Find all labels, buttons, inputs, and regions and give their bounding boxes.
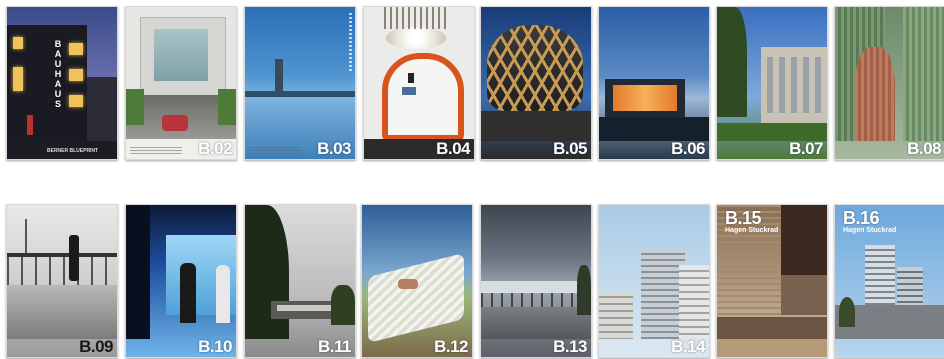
cover-b15[interactable]: B.15 Hagen Stuckrad [716, 204, 828, 358]
issue-number: B.09 [79, 337, 113, 356]
cover-b10[interactable]: B.10 [125, 204, 237, 358]
cover-photo: BAUHAUS [7, 7, 117, 141]
cover-photo [126, 7, 236, 159]
issue-number: B.16 [843, 208, 880, 228]
cover-photo [126, 205, 236, 357]
cover-photo [245, 205, 355, 357]
cover-b06[interactable]: B.06 [598, 6, 710, 160]
issue-number: B.03 [317, 139, 351, 158]
cover-subtitle: Hagen Stuckrad [725, 227, 779, 234]
issue-number: B.02 [198, 139, 232, 158]
cover-b11[interactable]: B.11 [244, 204, 356, 358]
issue-number: B.07 [789, 139, 823, 158]
issue-number: B.13 [553, 337, 587, 356]
cover-photo [835, 7, 944, 159]
cover-subtitle: Hagen Stuckrad [843, 227, 897, 234]
cover-photo [362, 205, 472, 357]
cover-photo [7, 205, 117, 357]
cover-photo [481, 7, 591, 159]
cover-tagline: BERNER BLUEPRINT [47, 148, 99, 154]
issue-number: B.06 [671, 139, 705, 158]
cover-b03[interactable]: B.03 [244, 6, 356, 160]
cover-photo [599, 205, 709, 357]
issue-number: B.04 [436, 139, 470, 158]
cover-b04[interactable]: B.04 [363, 6, 475, 160]
issue-number: B.12 [434, 337, 468, 356]
issue-number: B.14 [671, 337, 705, 356]
issue-number: B.05 [553, 139, 587, 158]
cover-b16[interactable]: B.16 Hagen Stuckrad [834, 204, 944, 358]
cover-photo [364, 7, 474, 159]
issue-number: B.15 [725, 208, 762, 228]
cover-photo [245, 7, 355, 159]
magazine-cover-grid: BAUHAUS BERNER BLUEPRINT B.02 B.03 B.04 … [0, 0, 944, 359]
cover-b13[interactable]: B.13 [480, 204, 592, 358]
issue-number: B.10 [198, 337, 232, 356]
cover-bauhaus[interactable]: BAUHAUS BERNER BLUEPRINT [6, 6, 118, 160]
cover-b09[interactable]: B.09 [6, 204, 118, 358]
cover-b14[interactable]: B.14 [598, 204, 710, 358]
cover-photo [481, 205, 591, 357]
issue-number: B.08 [907, 139, 941, 158]
cover-b08[interactable]: B.08 [834, 6, 944, 160]
cover-b05[interactable]: B.05 [480, 6, 592, 160]
cover-photo [717, 7, 827, 159]
issue-number: B.11 [318, 337, 351, 356]
cover-photo [599, 7, 709, 159]
cover-b07[interactable]: B.07 [716, 6, 828, 160]
bauhaus-lettering: BAUHAUS [54, 39, 62, 109]
cover-b02[interactable]: B.02 [125, 6, 237, 160]
cover-b12[interactable]: B.12 [361, 204, 473, 358]
